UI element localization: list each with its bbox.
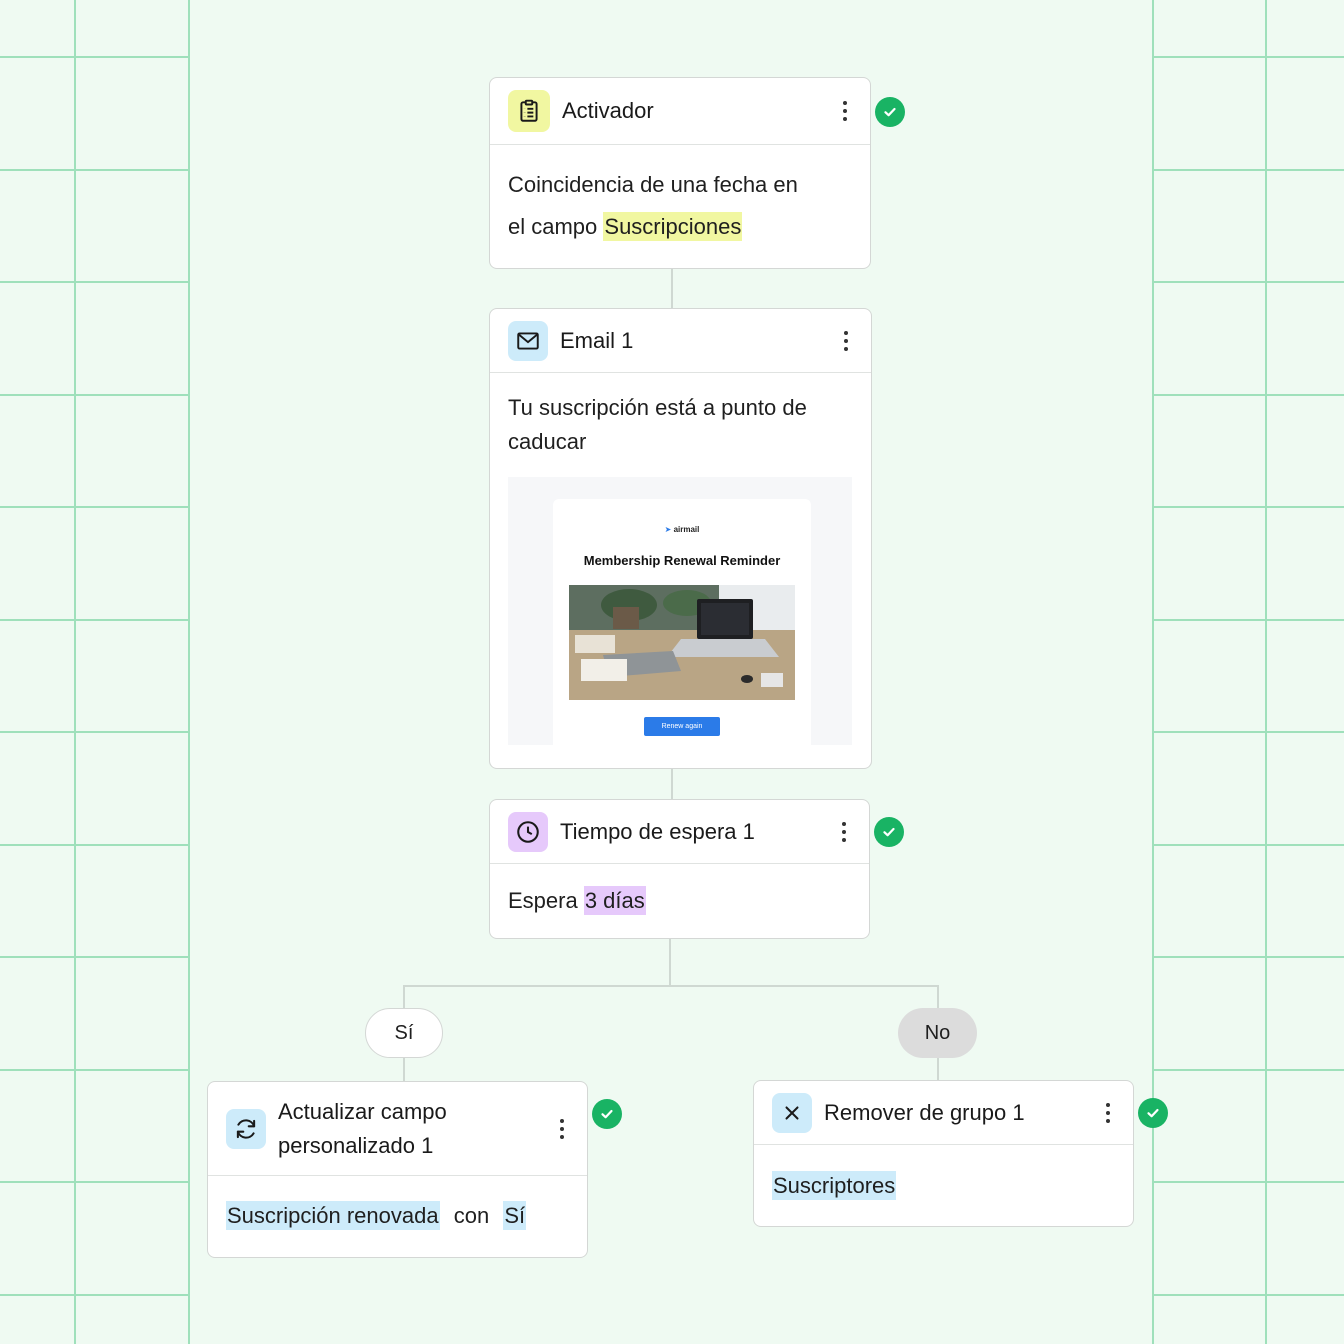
brand-name: airmail: [673, 525, 700, 534]
check-circle-icon: [875, 97, 905, 127]
email-subject-line: Tu suscripción está a punto de: [508, 395, 807, 420]
trigger-node[interactable]: Activador Coincidencia de una fecha en e…: [489, 77, 871, 269]
check-circle-icon: [592, 1099, 622, 1129]
grid-line: [74, 0, 76, 1344]
node-header: Email 1: [490, 309, 871, 373]
node-header: Activador: [490, 78, 870, 145]
wait-node[interactable]: Tiempo de espera 1 Espera 3 días: [489, 799, 870, 939]
node-header: Tiempo de espera 1: [490, 800, 869, 864]
grid-line: [1152, 1294, 1344, 1296]
grid-line: [1152, 281, 1344, 283]
connector-line: [937, 1058, 939, 1082]
email-node[interactable]: Email 1 Tu suscripción está a punto de c…: [489, 308, 872, 769]
check-circle-icon: [874, 817, 904, 847]
connector-line: [937, 985, 939, 1009]
grid-line: [1152, 731, 1344, 733]
trigger-condition-field-line: el campo Suscripciones: [508, 206, 852, 248]
remove-group-node[interactable]: Remover de grupo 1 Suscriptores: [753, 1080, 1134, 1227]
renew-button[interactable]: Renew again: [644, 717, 720, 736]
connector-text: con: [453, 1203, 490, 1228]
wait-prefix: Espera: [508, 888, 584, 913]
grid-line: [0, 169, 190, 171]
node-title-line: personalizado 1: [278, 1132, 434, 1158]
email-preview[interactable]: ➤ airmail Membership Renewal Reminder Re…: [508, 477, 852, 745]
more-options-icon[interactable]: [837, 821, 851, 842]
grid-line: [0, 281, 190, 283]
close-icon: [772, 1092, 812, 1133]
node-title: Email 1: [560, 327, 634, 353]
more-options-icon[interactable]: [555, 1118, 569, 1139]
grid-line: [0, 1294, 190, 1296]
node-title-line: Actualizar campo: [278, 1098, 447, 1124]
clipboard-icon: [508, 90, 550, 132]
node-header: Actualizar campo personalizado 1: [208, 1082, 587, 1176]
grid-line: [0, 394, 190, 396]
refresh-icon: [226, 1108, 266, 1149]
check-circle-icon: [1138, 1098, 1168, 1128]
node-description: Coincidencia de una fecha en el campo Su…: [490, 145, 870, 248]
clock-icon: [508, 811, 548, 852]
trigger-condition-text: Coincidencia de una fecha en: [508, 172, 798, 197]
email-preview-card: ➤ airmail Membership Renewal Reminder Re…: [553, 499, 811, 745]
grid-line: [1152, 619, 1344, 621]
branch-no-pill[interactable]: No: [898, 1008, 977, 1058]
node-title: Remover de grupo 1: [824, 1099, 1025, 1125]
node-description: Suscripción renovada con Sí: [208, 1176, 587, 1237]
node-description: Tu suscripción está a punto de caducar: [490, 373, 871, 459]
mail-icon: [508, 320, 548, 361]
branch-connector: [403, 985, 939, 987]
email-preview-heading: Membership Renewal Reminder: [583, 553, 781, 568]
trigger-condition-prefix: el campo: [508, 214, 604, 239]
field-tag: Suscripciones: [603, 212, 743, 241]
grid-line: [0, 506, 190, 508]
grid-line: [0, 1069, 190, 1071]
node-description: Espera 3 días: [490, 864, 869, 922]
value-tag: Sí: [503, 1201, 527, 1230]
more-options-icon[interactable]: [1101, 1102, 1115, 1123]
grid-line: [0, 844, 190, 846]
node-title: Actualizar campo personalizado 1: [278, 1095, 555, 1163]
grid-line: [1152, 844, 1344, 846]
more-options-icon[interactable]: [839, 330, 853, 351]
node-title: Tiempo de espera 1: [560, 818, 755, 844]
grid-line: [1152, 956, 1344, 958]
grid-line: [0, 731, 190, 733]
connector-line: [669, 938, 671, 986]
grid-line: [1152, 0, 1154, 1344]
branch-yes-pill[interactable]: Sí: [365, 1008, 443, 1058]
connector-line: [671, 268, 673, 309]
grid-line: [1152, 506, 1344, 508]
connector-line: [403, 985, 405, 1009]
email-subject-line: caducar: [508, 429, 587, 454]
grid-line: [0, 1181, 190, 1183]
grid-line: [1152, 169, 1344, 171]
brand-logo: ➤ airmail: [664, 525, 700, 534]
node-description: Suscriptores: [754, 1145, 1133, 1207]
grid-line: [0, 956, 190, 958]
field-tag: Suscripción renovada: [226, 1201, 440, 1230]
more-options-icon[interactable]: [838, 101, 852, 121]
grid-line: [1152, 394, 1344, 396]
group-tag: Suscriptores: [772, 1171, 897, 1200]
laptop-desk-photo: [569, 585, 795, 700]
grid-line: [1152, 56, 1344, 58]
grid-line: [0, 619, 190, 621]
node-header: Remover de grupo 1: [754, 1081, 1133, 1145]
update-field-node[interactable]: Actualizar campo personalizado 1 Suscrip…: [207, 1081, 588, 1258]
connector-line: [403, 1058, 405, 1082]
grid-line: [1265, 0, 1267, 1344]
grid-line: [1152, 1069, 1344, 1071]
connector-line: [671, 768, 673, 800]
duration-tag: 3 días: [583, 886, 646, 915]
grid-line: [0, 56, 190, 58]
grid-line: [1152, 1181, 1344, 1183]
node-title: Activador: [562, 98, 654, 123]
